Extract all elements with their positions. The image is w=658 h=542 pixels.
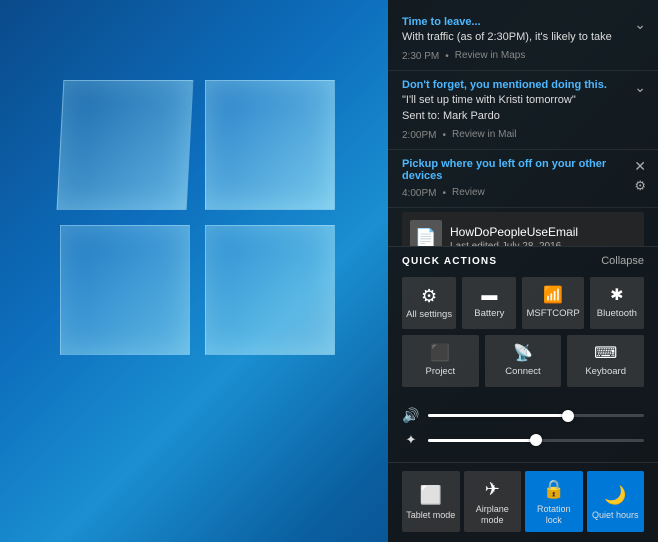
- connect-icon: 📡: [513, 346, 533, 362]
- rotation-lock-icon: 🔒: [543, 479, 565, 500]
- bottom-actions: ⬜ Tablet mode ✈ Airplane mode 🔒 Rotation…: [388, 462, 658, 542]
- notif-separator: •: [442, 130, 446, 141]
- notification-area: Time to leave... With traffic (as of 2:3…: [388, 0, 658, 246]
- windows-logo: [60, 80, 340, 360]
- qa-all-settings[interactable]: ⚙ All settings: [402, 277, 456, 329]
- qa-label: Connect: [505, 366, 540, 377]
- qa-project[interactable]: ⬛ Project: [402, 335, 479, 387]
- bb-label: Rotation lock: [529, 504, 579, 526]
- file-icon: 📄: [410, 220, 442, 246]
- project-icon: ⬛: [430, 346, 450, 362]
- gear-icon[interactable]: ⚙: [634, 178, 646, 194]
- action-center: Time to leave... With traffic (as of 2:3…: [388, 0, 658, 542]
- bluetooth-icon: ✱: [610, 288, 623, 304]
- notif-meta: 2:30 PM • Review in Maps: [402, 48, 644, 62]
- notif-title: Pickup where you left off on your other …: [402, 158, 644, 182]
- volume-thumb[interactable]: [562, 410, 574, 422]
- qa-label: All settings: [406, 309, 452, 320]
- qa-label: MSFTCORP: [526, 308, 579, 319]
- timeline-card[interactable]: 📄 HowDoPeopleUseEmail Last edited July 2…: [402, 212, 644, 246]
- sliders-area: 🔊 ✦: [388, 401, 658, 462]
- keyboard-icon: ⌨: [594, 346, 617, 362]
- brightness-slider[interactable]: [428, 439, 644, 442]
- quiet-hours-icon: 🌙: [604, 485, 626, 506]
- quiet-hours-button[interactable]: 🌙 Quiet hours: [587, 471, 645, 532]
- settings-icon: ⚙: [421, 287, 437, 305]
- qa-label: Bluetooth: [597, 308, 637, 319]
- notif-separator: •: [442, 188, 446, 199]
- file-name: HowDoPeopleUseEmail: [450, 225, 636, 239]
- airplane-mode-button[interactable]: ✈ Airplane mode: [464, 471, 522, 532]
- quick-actions-row1: ⚙ All settings ▬ Battery 📶 MSFTCORP ✱ Bl…: [402, 277, 644, 329]
- notif-meta: 4:00PM • Review: [402, 185, 644, 199]
- notif-title: Don't forget, you mentioned doing this.: [402, 79, 644, 91]
- qa-keyboard[interactable]: ⌨ Keyboard: [567, 335, 644, 387]
- brightness-fill: [428, 439, 536, 442]
- notif-sent-to: Sent to: Mark Pardo: [402, 109, 644, 124]
- chevron-down-icon: ⌄: [634, 16, 646, 33]
- brightness-thumb[interactable]: [530, 434, 542, 446]
- notif-body: With traffic (as of 2:30PM), it's likely…: [402, 30, 644, 45]
- notif-meta: 2:00PM • Review in Mail: [402, 127, 644, 141]
- qa-msftcorp[interactable]: 📶 MSFTCORP: [522, 277, 583, 329]
- notif-review-link[interactable]: Review in Maps: [455, 50, 526, 61]
- volume-fill: [428, 414, 568, 417]
- qa-bluetooth[interactable]: ✱ Bluetooth: [590, 277, 644, 329]
- brightness-icon: ✦: [402, 432, 420, 448]
- qa-label: Keyboard: [585, 366, 626, 377]
- quick-actions-section: QUICK ACTIONS Collapse ⚙ All settings ▬ …: [388, 246, 658, 401]
- volume-slider[interactable]: [428, 414, 644, 417]
- qa-connect[interactable]: 📡 Connect: [485, 335, 562, 387]
- file-info: HowDoPeopleUseEmail Last edited July 28,…: [450, 225, 636, 247]
- tablet-icon: ⬜: [420, 485, 442, 506]
- quick-actions-row2: ⬛ Project 📡 Connect ⌨ Keyboard: [402, 335, 644, 387]
- brightness-slider-row: ✦: [402, 432, 644, 448]
- chevron-down-icon: ⌄: [634, 79, 646, 96]
- notif-time: 4:00PM: [402, 188, 436, 199]
- qa-battery[interactable]: ▬ Battery: [462, 277, 516, 329]
- quick-actions-header: QUICK ACTIONS Collapse: [402, 255, 644, 267]
- notification-item[interactable]: Don't forget, you mentioned doing this. …: [388, 71, 658, 150]
- notif-review-link[interactable]: Review: [452, 187, 485, 198]
- qa-label: Battery: [474, 308, 504, 319]
- notif-review-link[interactable]: Review in Mail: [452, 129, 516, 140]
- battery-icon: ▬: [481, 288, 497, 304]
- rotation-lock-button[interactable]: 🔒 Rotation lock: [525, 471, 583, 532]
- quick-actions-title: QUICK ACTIONS: [402, 256, 497, 267]
- airplane-icon: ✈: [485, 479, 500, 500]
- close-icon[interactable]: ✕: [634, 158, 646, 175]
- tablet-mode-button[interactable]: ⬜ Tablet mode: [402, 471, 460, 532]
- notification-item[interactable]: Time to leave... With traffic (as of 2:3…: [388, 8, 658, 71]
- qa-label: Project: [426, 366, 456, 377]
- volume-slider-row: 🔊: [402, 407, 644, 424]
- bb-label: Tablet mode: [406, 510, 455, 521]
- notif-time: 2:30 PM: [402, 51, 439, 62]
- bb-label: Airplane mode: [468, 504, 518, 526]
- wifi-icon: 📶: [543, 288, 563, 304]
- volume-icon: 🔊: [402, 407, 420, 424]
- bb-label: Quiet hours: [592, 510, 639, 521]
- notification-item[interactable]: Pickup where you left off on your other …: [388, 150, 658, 208]
- notif-time: 2:00PM: [402, 130, 436, 141]
- collapse-button[interactable]: Collapse: [601, 255, 644, 267]
- notif-title: Time to leave...: [402, 16, 644, 28]
- notif-body: "I'll set up time with Kristi tomorrow": [402, 93, 644, 108]
- notif-separator: •: [445, 51, 449, 62]
